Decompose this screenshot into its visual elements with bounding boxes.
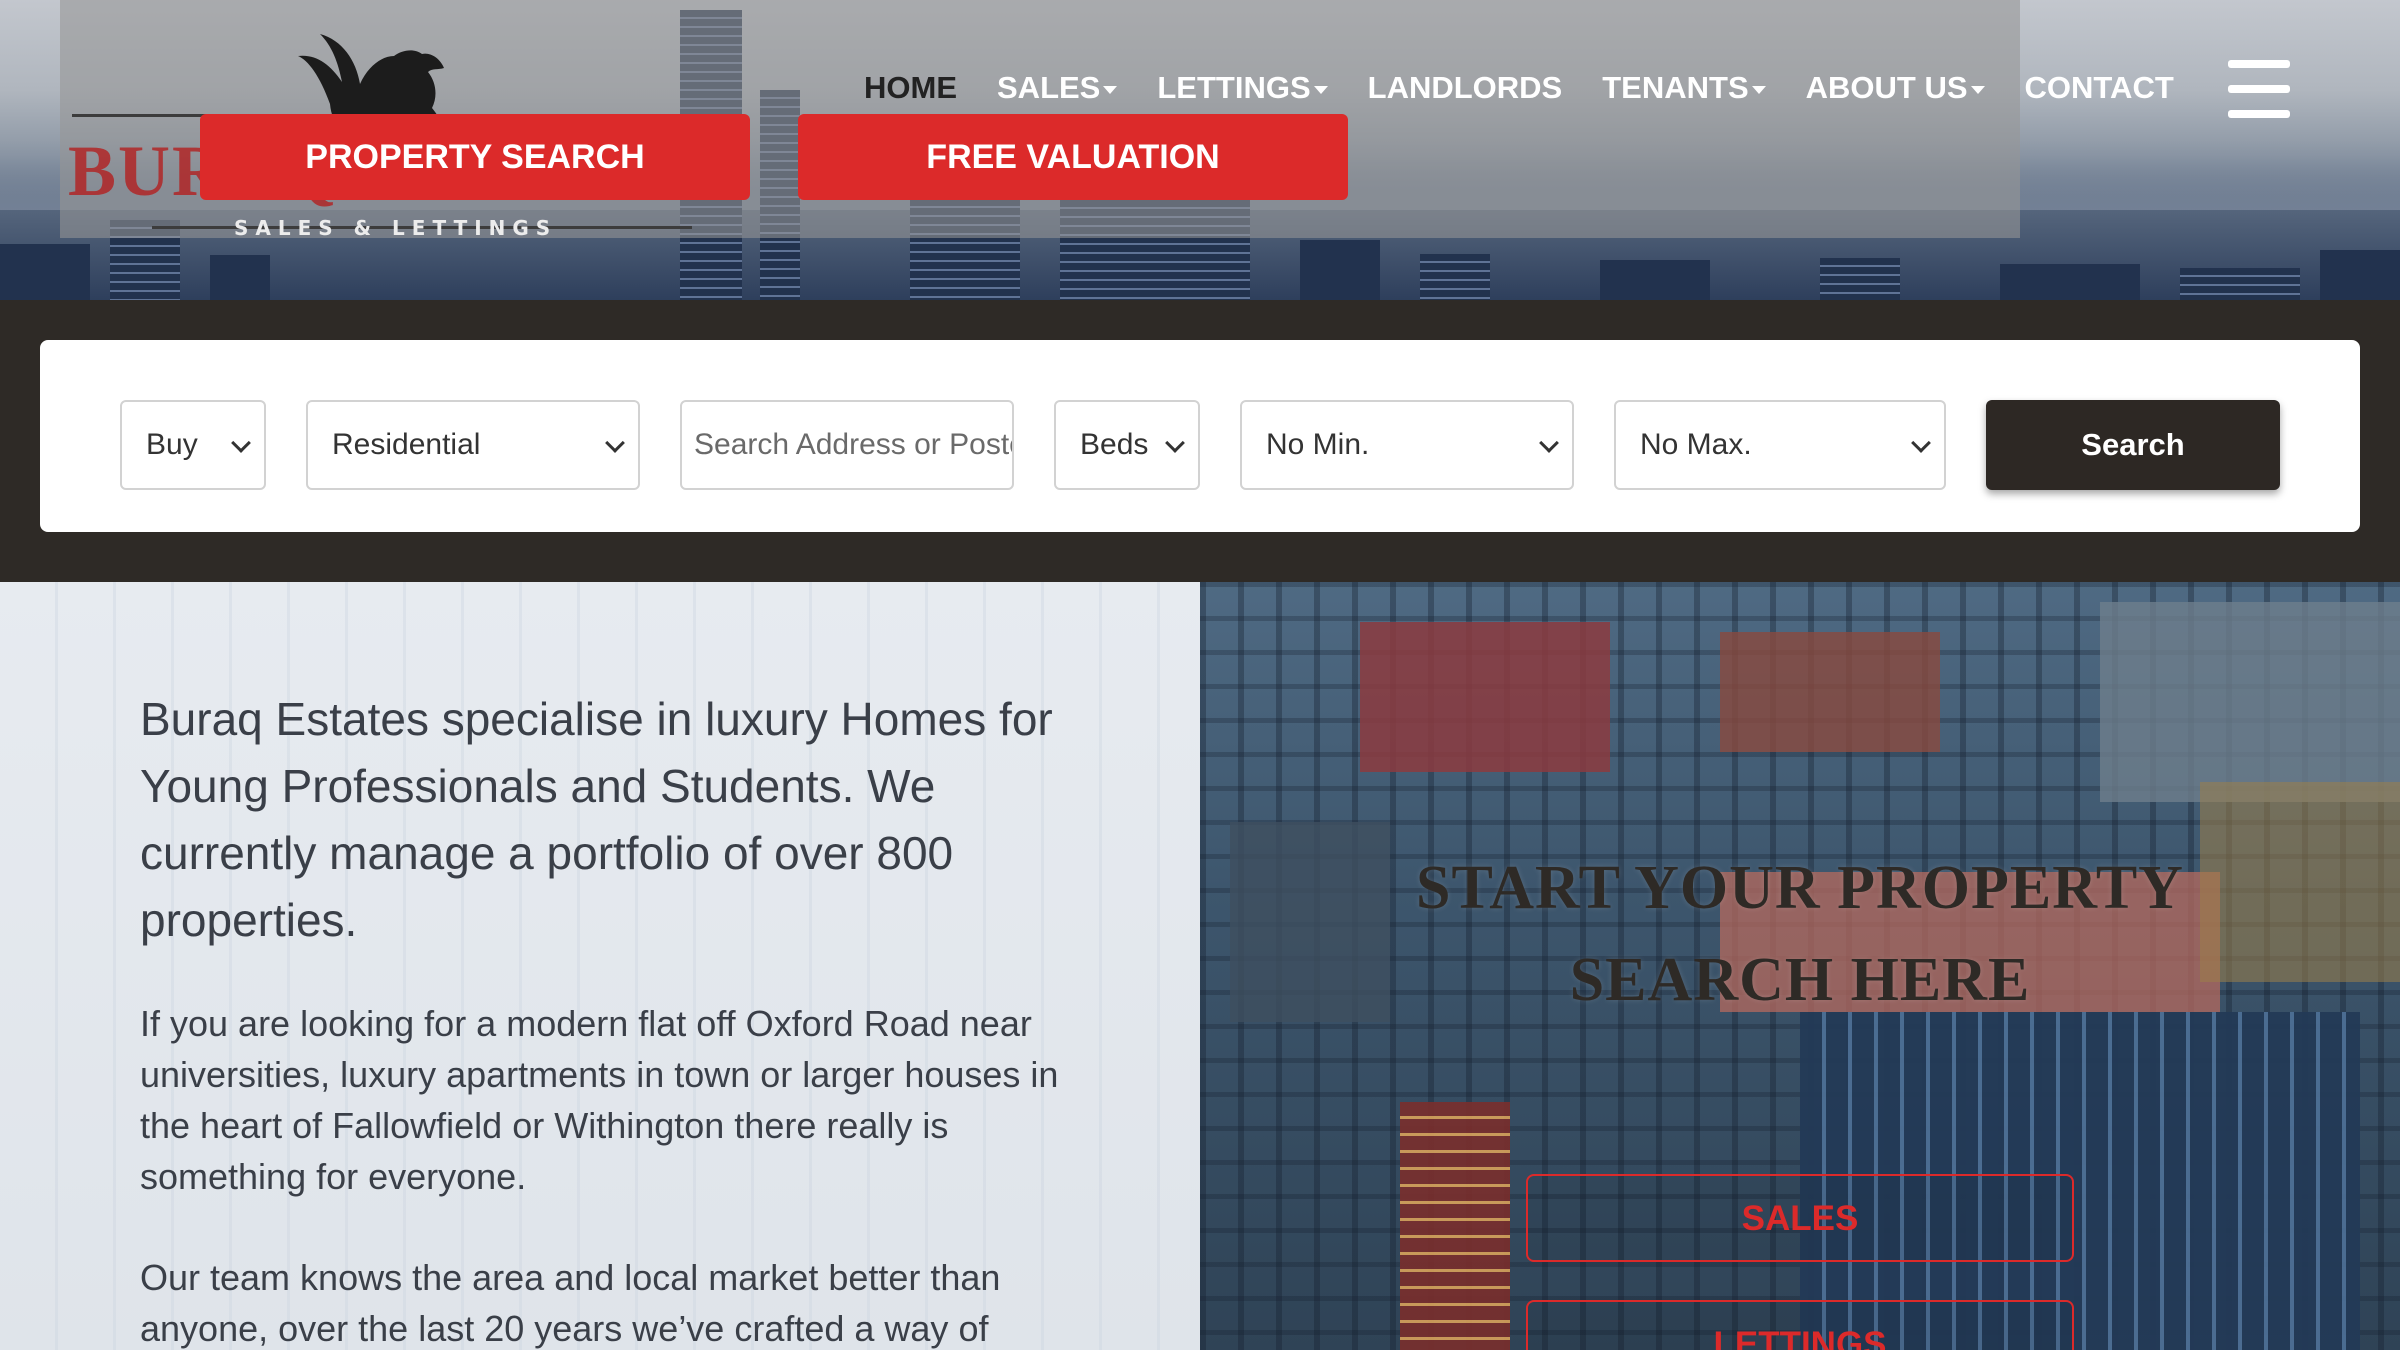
nav-contact[interactable]: CONTACT <box>2025 70 2174 106</box>
city-aerial-image: Start your property search here SALES LE… <box>1200 582 2400 1350</box>
nav-sales[interactable]: SALES <box>997 70 1118 106</box>
brick-building <box>1720 632 1940 752</box>
buy-rent-value: Buy <box>146 428 198 461</box>
nav-lettings-label: LETTINGS <box>1157 70 1311 105</box>
nav-contact-label: CONTACT <box>2024 70 2174 105</box>
about-section: Buraq Estates specialise in luxury Homes… <box>0 582 1200 1350</box>
beds-select[interactable]: Beds <box>1054 400 1200 490</box>
hero-banner: BURAQ ESTATES SALES & LETTINGS PROPERTY … <box>0 0 2400 300</box>
nav-lettings[interactable]: LETTINGS <box>1157 70 1328 106</box>
nav-about-us-label: ABOUT US <box>1805 70 1968 105</box>
nav-about-us[interactable]: ABOUT US <box>1806 70 1985 106</box>
buy-rent-select[interactable]: Buy <box>120 400 266 490</box>
logo-tagline: SALES & LETTINGS <box>234 216 558 240</box>
beds-value: Beds <box>1080 428 1149 461</box>
address-search-placeholder: Search Address or Postcode <box>694 428 1012 461</box>
chevron-down-icon <box>1911 433 1931 453</box>
nav-home[interactable]: HOME <box>864 70 957 106</box>
lit-building <box>1400 1102 1510 1350</box>
lettings-button[interactable]: LETTINGS <box>1526 1300 2074 1350</box>
nav-tenants-label: TENANTS <box>1602 70 1749 105</box>
search-button[interactable]: Search <box>1986 400 2280 490</box>
search-cta-heading: Start your property search here <box>1416 854 2184 1014</box>
address-search-input[interactable]: Search Address or Postcode <box>680 400 1014 490</box>
free-valuation-button[interactable]: FREE VALUATION <box>798 114 1348 200</box>
nav-landlords-label: LANDLORDS <box>1367 70 1563 105</box>
dark-building <box>1230 822 1390 1022</box>
lit-block <box>2200 782 2400 982</box>
chevron-down-icon <box>605 433 625 453</box>
chevron-down-icon <box>1313 86 1328 94</box>
property-search-button[interactable]: PROPERTY SEARCH <box>200 114 750 200</box>
chevron-down-icon <box>1103 86 1118 94</box>
nav-sales-label: SALES <box>997 70 1101 105</box>
grey-building <box>2100 602 2400 802</box>
max-price-value: No Max. <box>1640 428 1752 461</box>
property-search-form: Buy Residential Search Address or Postco… <box>40 340 2360 532</box>
nav-home-label: HOME <box>864 70 957 105</box>
nav-landlords[interactable]: LANDLORDS <box>1368 70 1563 106</box>
red-building <box>1360 622 1610 772</box>
nav-tenants[interactable]: TENANTS <box>1602 70 1766 106</box>
min-price-select[interactable]: No Min. <box>1240 400 1574 490</box>
min-price-value: No Min. <box>1266 428 1370 461</box>
hamburger-icon[interactable] <box>2228 60 2290 118</box>
body-paragraph-2: Our team knows the area and local market… <box>140 1257 1001 1349</box>
chevron-down-icon <box>1970 86 1985 94</box>
property-category-value: Residential <box>332 428 481 461</box>
body-paragraph-1: If you are looking for a modern flat off… <box>140 1003 1059 1197</box>
chevron-down-icon <box>1165 433 1185 453</box>
chevron-down-icon <box>1539 433 1559 453</box>
chevron-down-icon <box>231 433 251 453</box>
main-nav: HOME SALES LETTINGS LANDLORDS TENANTS AB… <box>864 64 2214 112</box>
property-category-select[interactable]: Residential <box>306 400 640 490</box>
intro-text: Buraq Estates specialise in luxury Homes… <box>140 693 1053 946</box>
max-price-select[interactable]: No Max. <box>1614 400 1946 490</box>
sales-button[interactable]: SALES <box>1526 1174 2074 1262</box>
chevron-down-icon <box>1751 86 1766 94</box>
